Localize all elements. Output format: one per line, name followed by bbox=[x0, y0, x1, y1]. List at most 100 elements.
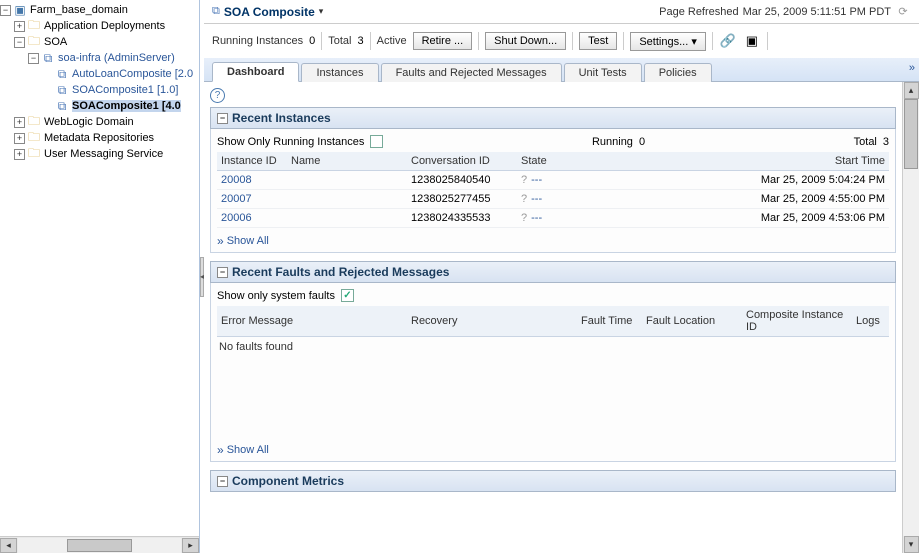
scroll-up-icon[interactable]: ▴ bbox=[904, 82, 919, 99]
scroll-thumb[interactable] bbox=[67, 539, 132, 552]
expand-icon[interactable]: + bbox=[14, 21, 25, 32]
scroll-left-icon[interactable]: ◂ bbox=[0, 538, 17, 553]
scroll-track[interactable] bbox=[903, 99, 919, 536]
refresh-icon[interactable]: ⟳ bbox=[895, 4, 911, 20]
col-fault-time[interactable]: Fault Time bbox=[577, 306, 642, 337]
scroll-track[interactable] bbox=[18, 538, 181, 553]
expand-icon[interactable]: + bbox=[14, 117, 25, 128]
tree-label[interactable]: Farm_base_domain bbox=[30, 4, 128, 16]
total-label: Total bbox=[328, 35, 351, 47]
tree-node-soa-infra[interactable]: − ⧉ soa-infra (AdminServer) bbox=[0, 50, 199, 66]
state-link[interactable]: --- bbox=[531, 193, 542, 205]
total-value: 3 bbox=[883, 136, 889, 148]
col-fault-location[interactable]: Fault Location bbox=[642, 306, 742, 337]
separator bbox=[321, 32, 322, 50]
tab-unit-tests[interactable]: Unit Tests bbox=[564, 63, 642, 82]
sidebar-h-scrollbar[interactable]: ◂ ▸ bbox=[0, 536, 199, 553]
tree-label[interactable]: AutoLoanComposite [2.0 bbox=[72, 68, 193, 80]
tab-faults[interactable]: Faults and Rejected Messages bbox=[381, 63, 562, 82]
collapse-icon[interactable]: − bbox=[217, 267, 228, 278]
col-state[interactable]: State bbox=[517, 152, 593, 171]
composite-menu[interactable]: ⧉ SOA Composite ▾ bbox=[212, 5, 323, 19]
composite-icon: ⧉ bbox=[212, 5, 220, 18]
instance-id-link[interactable]: 20006 bbox=[221, 212, 252, 224]
instance-name bbox=[287, 209, 407, 228]
collapse-icon[interactable]: − bbox=[28, 53, 39, 64]
expand-icon[interactable]: + bbox=[14, 149, 25, 160]
table-row[interactable]: 20008 1238025840540 ?--- Mar 25, 2009 5:… bbox=[217, 171, 889, 190]
tree-label[interactable]: soa-infra (AdminServer) bbox=[58, 52, 175, 64]
total-value: 3 bbox=[358, 35, 364, 47]
scroll-thumb[interactable] bbox=[904, 99, 918, 169]
dropdown-arrow-icon[interactable]: ▾ bbox=[319, 6, 324, 17]
collapse-icon[interactable]: − bbox=[217, 113, 228, 124]
col-logs[interactable]: Logs bbox=[852, 306, 889, 337]
col-composite-instance-id[interactable]: Composite Instance ID bbox=[742, 306, 852, 337]
instance-id-link[interactable]: 20007 bbox=[221, 193, 252, 205]
tree-label[interactable]: User Messaging Service bbox=[44, 148, 163, 160]
tree-label[interactable]: SOAComposite1 [1.0] bbox=[72, 84, 178, 96]
instance-id-link[interactable]: 20008 bbox=[221, 174, 252, 186]
tree-label[interactable]: WebLogic Domain bbox=[44, 116, 134, 128]
shutdown-button[interactable]: Shut Down... bbox=[485, 32, 566, 50]
table-row[interactable]: 20006 1238024335533 ?--- Mar 25, 2009 4:… bbox=[217, 209, 889, 228]
scroll-down-icon[interactable]: ▾ bbox=[904, 536, 919, 553]
separator bbox=[370, 32, 371, 50]
settings-button[interactable]: Settings... ▾ bbox=[630, 32, 706, 51]
show-all-link[interactable]: » Show All bbox=[217, 443, 889, 457]
recent-instances-panel: − Recent Instances Show Only Running Ins… bbox=[210, 107, 896, 253]
main-v-scrollbar[interactable]: ▴ ▾ bbox=[902, 82, 919, 553]
tab-dashboard[interactable]: Dashboard bbox=[212, 62, 299, 82]
panel-header[interactable]: − Recent Faults and Rejected Messages bbox=[210, 261, 896, 283]
tab-policies[interactable]: Policies bbox=[644, 63, 712, 82]
col-recovery[interactable]: Recovery bbox=[407, 306, 577, 337]
show-running-checkbox[interactable] bbox=[370, 135, 383, 148]
collapse-icon[interactable]: − bbox=[0, 5, 11, 16]
separator bbox=[572, 32, 573, 50]
col-error-message[interactable]: Error Message bbox=[217, 306, 407, 337]
tree-node-ums[interactable]: + 🗀 User Messaging Service bbox=[0, 146, 199, 162]
retire-button[interactable]: Retire ... bbox=[413, 32, 473, 50]
related-links-icon[interactable]: 🔗 bbox=[719, 32, 737, 50]
panel-title: Component Metrics bbox=[232, 474, 344, 488]
tree-node-composite[interactable]: ⧉ AutoLoanComposite [2.0 bbox=[0, 66, 199, 82]
scroll-right-icon[interactable]: ▸ bbox=[182, 538, 199, 553]
main-content: ⧉ SOA Composite ▾ Page Refreshed Mar 25,… bbox=[204, 0, 919, 553]
refreshed-time: Mar 25, 2009 5:11:51 PM PDT bbox=[743, 6, 891, 18]
instance-name bbox=[287, 190, 407, 209]
show-all-link[interactable]: » Show All bbox=[217, 234, 889, 248]
separator bbox=[623, 32, 624, 50]
panel-header[interactable]: − Component Metrics bbox=[210, 470, 896, 492]
tree-node-soa[interactable]: − 🗀 SOA bbox=[0, 34, 199, 50]
faults-table: Error Message Recovery Fault Time Fault … bbox=[217, 306, 889, 337]
collapse-icon[interactable]: − bbox=[14, 37, 25, 48]
tree-label[interactable]: SOA bbox=[44, 36, 67, 48]
refreshed-label: Page Refreshed bbox=[659, 6, 739, 18]
topology-icon[interactable]: ▣ bbox=[743, 32, 761, 50]
farm-icon: ▣ bbox=[13, 3, 27, 17]
title-bar: ⧉ SOA Composite ▾ Page Refreshed Mar 25,… bbox=[204, 0, 919, 24]
tab-instances[interactable]: Instances bbox=[301, 63, 378, 82]
panel-title: Recent Instances bbox=[232, 111, 331, 125]
tree-label[interactable]: SOAComposite1 [4.0 bbox=[72, 100, 181, 112]
tree-label[interactable]: Metadata Repositories bbox=[44, 132, 154, 144]
collapse-icon[interactable]: − bbox=[217, 476, 228, 487]
panel-title: Recent Faults and Rejected Messages bbox=[232, 265, 449, 279]
table-row[interactable]: 20007 1238025277455 ?--- Mar 25, 2009 4:… bbox=[217, 190, 889, 209]
col-name[interactable]: Name bbox=[287, 152, 407, 171]
system-faults-checkbox[interactable] bbox=[341, 289, 354, 302]
tree-node-composite[interactable]: ⧉ SOAComposite1 [1.0] bbox=[0, 82, 199, 98]
test-button[interactable]: Test bbox=[579, 32, 617, 50]
separator bbox=[712, 32, 713, 50]
col-conversation-id[interactable]: Conversation ID bbox=[407, 152, 517, 171]
overflow-icon[interactable]: » bbox=[909, 62, 915, 74]
tree-label[interactable]: Application Deployments bbox=[44, 20, 165, 32]
expand-icon[interactable]: + bbox=[14, 133, 25, 144]
col-instance-id[interactable]: Instance ID bbox=[217, 152, 287, 171]
panel-header[interactable]: − Recent Instances bbox=[210, 107, 896, 129]
col-start-time[interactable]: Start Time bbox=[593, 152, 889, 171]
state-link[interactable]: --- bbox=[531, 212, 542, 224]
state-link[interactable]: --- bbox=[531, 174, 542, 186]
help-icon[interactable]: ? bbox=[210, 88, 225, 103]
page-title: SOA Composite bbox=[224, 5, 315, 19]
